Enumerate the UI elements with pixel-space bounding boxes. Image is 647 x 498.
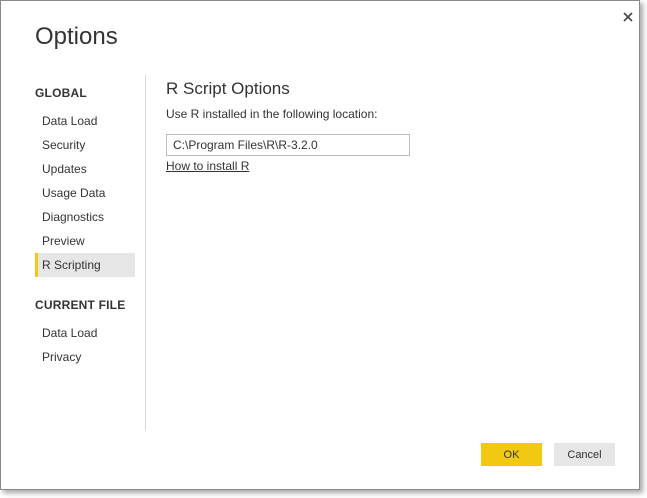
sidebar-item-preview-features[interactable]: Preview Features bbox=[35, 229, 135, 272]
sidebar-item-data-load[interactable]: Data Load bbox=[35, 109, 135, 133]
sidebar-item-updates[interactable]: Updates bbox=[35, 157, 135, 181]
cancel-button[interactable]: Cancel bbox=[554, 443, 615, 466]
section-heading-global: GLOBAL bbox=[35, 86, 87, 100]
options-dialog: Options GLOBAL Data Load Security Update… bbox=[0, 0, 640, 490]
install-r-link[interactable]: How to install R bbox=[166, 159, 249, 173]
content-title: R Script Options bbox=[166, 79, 290, 98]
location-label: Use R installed in the following locatio… bbox=[166, 107, 378, 121]
section-heading-current-file: CURRENT FILE bbox=[35, 298, 126, 312]
r-path-input[interactable] bbox=[166, 134, 410, 156]
sidebar-item-diagnostics[interactable]: Diagnostics bbox=[35, 205, 135, 229]
sidebar-item-privacy[interactable]: Privacy bbox=[35, 345, 135, 369]
dialog-title: Options bbox=[35, 23, 118, 50]
sidebar-item-usage-data[interactable]: Usage Data bbox=[35, 181, 135, 205]
ok-button[interactable]: OK bbox=[481, 443, 542, 466]
sidebar-item-r-scripting[interactable]: R Scripting bbox=[35, 253, 135, 277]
sidebar-item-current-data-load[interactable]: Data Load bbox=[35, 321, 135, 345]
close-icon[interactable] bbox=[618, 7, 638, 27]
sidebar-item-security[interactable]: Security bbox=[35, 133, 135, 157]
sidebar-divider bbox=[145, 75, 146, 430]
